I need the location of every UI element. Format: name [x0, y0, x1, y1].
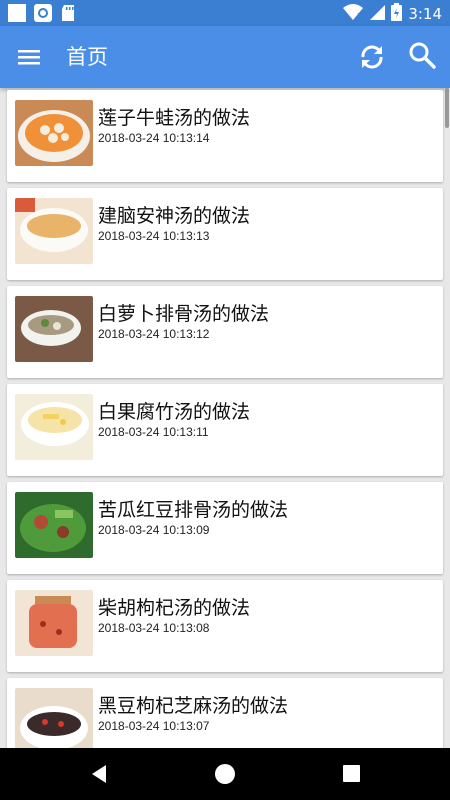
app-bar: 首页	[0, 26, 450, 88]
recipe-time: 2018-03-24 10:13:13	[98, 229, 210, 243]
recipe-thumbnail	[15, 100, 93, 166]
recipe-thumbnail	[15, 296, 93, 362]
battery-icon	[391, 3, 403, 25]
recents-icon[interactable]	[343, 765, 360, 782]
signal-icon	[369, 3, 386, 25]
svg-text:?: ?	[357, 12, 361, 21]
status-bar: ? 3:14	[0, 0, 450, 26]
recipe-thumbnail	[15, 590, 93, 656]
recipe-time: 2018-03-24 10:13:12	[98, 327, 210, 341]
status-system: ? 3:14	[343, 3, 442, 25]
list-item[interactable]: 苦瓜红豆排骨汤的做法 2018-03-24 10:13:09	[7, 482, 443, 574]
search-icon[interactable]	[406, 39, 440, 73]
refresh-icon[interactable]	[355, 40, 389, 74]
recipe-title: 建脑安神汤的做法	[98, 205, 251, 227]
list-item[interactable]: 黑豆枸杞芝麻汤的做法 2018-03-24 10:13:07	[7, 678, 443, 748]
page-title: 首页	[66, 45, 108, 69]
status-notifications	[8, 4, 78, 22]
recipe-title: 柴胡枸杞汤的做法	[98, 597, 251, 619]
wifi-icon: ?	[343, 3, 364, 25]
home-icon[interactable]	[215, 764, 235, 784]
list-item[interactable]: 柴胡枸杞汤的做法 2018-03-24 10:13:08	[7, 580, 443, 672]
recipe-list[interactable]: 莲子牛蛙汤的做法 2018-03-24 10:13:14 建脑安神汤的做法 20…	[0, 88, 450, 748]
recipe-time: 2018-03-24 10:13:09	[98, 523, 210, 537]
list-item[interactable]: 白萝卜排骨汤的做法 2018-03-24 10:13:12	[7, 286, 443, 378]
recipe-thumbnail	[15, 394, 93, 460]
circle-app-icon	[34, 4, 52, 22]
recipe-thumbnail	[15, 198, 93, 264]
recipe-time: 2018-03-24 10:13:14	[98, 131, 210, 145]
recipe-title: 白果腐竹汤的做法	[98, 401, 251, 423]
sd-card-icon	[60, 4, 78, 22]
recipe-title: 黑豆枸杞芝麻汤的做法	[98, 695, 289, 717]
recipe-title: 莲子牛蛙汤的做法	[98, 107, 251, 129]
recipe-time: 2018-03-24 10:13:11	[98, 425, 209, 439]
menu-icon[interactable]	[14, 42, 46, 72]
recipe-title: 苦瓜红豆排骨汤的做法	[98, 499, 289, 521]
list-item[interactable]: 莲子牛蛙汤的做法 2018-03-24 10:13:14	[7, 90, 443, 182]
square-app-icon	[8, 4, 26, 22]
recipe-title: 白萝卜排骨汤的做法	[98, 303, 270, 325]
recipe-thumbnail	[15, 688, 93, 748]
scrollbar-thumb[interactable]	[445, 88, 449, 128]
clock: 3:14	[408, 5, 442, 23]
recipe-thumbnail	[15, 492, 93, 558]
recipe-time: 2018-03-24 10:13:08	[98, 621, 210, 635]
navigation-bar	[0, 748, 450, 800]
list-item[interactable]: 白果腐竹汤的做法 2018-03-24 10:13:11	[7, 384, 443, 476]
list-item[interactable]: 建脑安神汤的做法 2018-03-24 10:13:13	[7, 188, 443, 280]
recipe-time: 2018-03-24 10:13:07	[98, 719, 210, 733]
back-icon[interactable]	[88, 763, 110, 785]
